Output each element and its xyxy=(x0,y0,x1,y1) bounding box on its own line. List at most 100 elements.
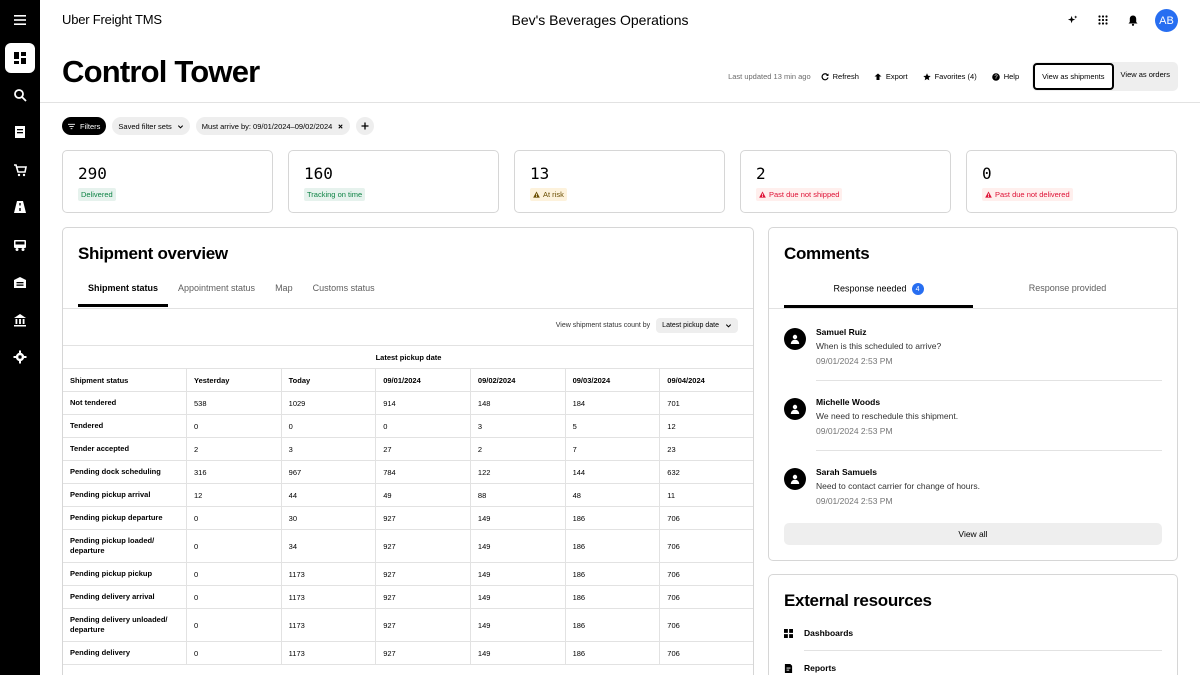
table-row[interactable]: Pending pickup arrival 12 44 49 88 48 11 xyxy=(63,483,753,507)
table-cell[interactable]: 149 xyxy=(469,585,566,609)
table-cell[interactable]: 0 xyxy=(185,562,282,586)
table-cell[interactable]: 0 xyxy=(280,414,377,438)
add-filter-button[interactable] xyxy=(356,117,375,135)
table-row[interactable]: Tender accepted 2 3 27 2 7 23 xyxy=(63,437,753,461)
table-cell[interactable]: 27 xyxy=(375,437,471,461)
table-cell[interactable]: 0 xyxy=(185,506,282,530)
road-icon[interactable] xyxy=(5,192,35,222)
table-cell[interactable]: 1173 xyxy=(280,585,377,609)
comment-item[interactable]: Samuel Ruiz When is this scheduled to ar… xyxy=(784,327,1162,387)
table-cell[interactable]: 706 xyxy=(659,641,753,665)
table-cell[interactable]: 927 xyxy=(375,529,471,563)
table-cell[interactable]: 706 xyxy=(659,608,753,642)
saved-filter-sets-dropdown[interactable]: Saved filter sets xyxy=(112,117,190,135)
resource-link-reports[interactable]: Reports xyxy=(784,653,1162,675)
view-all-button[interactable]: View all xyxy=(784,523,1162,545)
table-cell[interactable]: 3 xyxy=(280,437,377,461)
user-avatar[interactable]: AB xyxy=(1155,9,1178,32)
column-header[interactable]: Yesterday xyxy=(185,368,282,392)
table-cell[interactable]: 12 xyxy=(185,483,282,507)
help-button[interactable]: ? Help xyxy=(991,72,1019,81)
stat-card-past-due-not-shipped[interactable]: 2 Past due not shipped xyxy=(740,150,951,213)
cart-icon[interactable] xyxy=(5,155,35,185)
table-cell[interactable]: 1173 xyxy=(280,608,377,642)
table-cell[interactable]: 0 xyxy=(185,608,282,642)
bell-icon[interactable] xyxy=(1125,12,1141,28)
column-header[interactable]: 09/02/2024 xyxy=(469,368,566,392)
stat-card-at-risk[interactable]: 13 At risk xyxy=(514,150,725,213)
table-cell[interactable]: 34 xyxy=(280,529,377,563)
favorites-button[interactable]: Favorites (4) xyxy=(922,72,977,81)
table-row[interactable]: Pending delivery arrival 0 1173 927 149 186 70… xyxy=(63,585,753,609)
table-cell[interactable]: 1029 xyxy=(280,391,377,415)
list-icon[interactable] xyxy=(5,117,35,147)
table-row[interactable]: Pending delivery 0 1173 927 149 186 706 xyxy=(63,641,753,665)
comment-item[interactable]: Michelle Woods We need to reschedule thi… xyxy=(784,397,1162,457)
filters-button[interactable]: Filters xyxy=(62,117,107,135)
table-row[interactable]: Pending pickup loaded/ departure 0 34 927 14… xyxy=(63,529,753,563)
view-as-shipments-button[interactable]: View as shipments xyxy=(1033,63,1114,90)
search-icon[interactable] xyxy=(5,80,35,110)
grid-icon[interactable] xyxy=(1095,12,1111,28)
table-cell[interactable]: 186 xyxy=(564,506,661,530)
table-cell[interactable]: 149 xyxy=(469,608,566,642)
sparkle-icon[interactable] xyxy=(1064,12,1080,28)
menu-icon[interactable] xyxy=(5,5,35,35)
export-button[interactable]: Export xyxy=(874,72,908,81)
bank-icon[interactable] xyxy=(5,305,35,335)
close-icon[interactable] xyxy=(337,123,344,130)
table-row[interactable]: Pending dock scheduling 316 967 784 122 144 63… xyxy=(63,460,753,484)
table-cell[interactable]: 0 xyxy=(185,414,282,438)
table-cell[interactable]: 148 xyxy=(469,391,566,415)
column-header[interactable]: Today xyxy=(280,368,377,392)
table-cell[interactable]: 149 xyxy=(469,562,566,586)
table-cell[interactable]: 927 xyxy=(375,562,471,586)
table-cell[interactable]: 7 xyxy=(564,437,661,461)
table-cell[interactable]: 186 xyxy=(564,641,661,665)
table-cell[interactable]: 927 xyxy=(375,641,471,665)
column-header[interactable]: 09/04/2024 xyxy=(659,368,753,392)
tab-customs-status[interactable]: Customs status xyxy=(303,281,385,307)
stat-card-tracking-on-time[interactable]: 160 Tracking on time xyxy=(288,150,499,213)
refresh-button[interactable]: Refresh xyxy=(821,72,859,81)
tab-response-needed[interactable]: Response needed 4 xyxy=(784,281,973,308)
table-cell[interactable]: 186 xyxy=(564,608,661,642)
comment-item[interactable]: Sarah Samuels Need to contact carrier fo… xyxy=(784,467,1162,527)
tab-map[interactable]: Map xyxy=(265,281,303,307)
table-cell[interactable]: 927 xyxy=(375,585,471,609)
truck-icon[interactable] xyxy=(5,230,35,260)
table-cell[interactable]: 149 xyxy=(469,506,566,530)
table-cell[interactable]: 538 xyxy=(185,391,282,415)
app-logo[interactable]: Uber Freight TMS xyxy=(62,12,162,27)
table-cell[interactable]: 632 xyxy=(659,460,753,484)
table-cell[interactable]: 0 xyxy=(185,585,282,609)
column-header[interactable]: Shipment status xyxy=(63,368,187,392)
table-cell[interactable]: 0 xyxy=(375,414,471,438)
table-cell[interactable]: 967 xyxy=(280,460,377,484)
table-cell[interactable]: 11 xyxy=(659,483,753,507)
table-cell[interactable]: 706 xyxy=(659,562,753,586)
table-cell[interactable]: 184 xyxy=(564,391,661,415)
table-cell[interactable]: 2 xyxy=(469,437,566,461)
tab-appointment-status[interactable]: Appointment status xyxy=(168,281,265,307)
gear-icon[interactable] xyxy=(5,342,35,372)
table-cell[interactable]: 701 xyxy=(659,391,753,415)
column-header[interactable]: 09/03/2024 xyxy=(564,368,661,392)
table-cell[interactable]: 149 xyxy=(469,641,566,665)
table-cell[interactable]: 927 xyxy=(375,506,471,530)
must-arrive-filter-chip[interactable]: Must arrive by: 09/01/2024–09/02/2024 xyxy=(195,117,351,135)
table-row[interactable]: Pending pickup departure 0 30 927 149 186 706 xyxy=(63,506,753,530)
table-row[interactable]: Not tendered 538 1029 914 148 184 701 xyxy=(63,391,753,415)
stat-card-delivered[interactable]: 290 Delivered xyxy=(62,150,273,213)
view-as-orders-button[interactable]: View as orders xyxy=(1114,63,1177,90)
table-cell[interactable]: 186 xyxy=(564,529,661,563)
table-cell[interactable]: 186 xyxy=(564,562,661,586)
table-cell[interactable]: 5 xyxy=(564,414,661,438)
table-cell[interactable]: 0 xyxy=(185,529,282,563)
table-cell[interactable]: 12 xyxy=(659,414,753,438)
dashboard-icon[interactable] xyxy=(5,43,35,73)
column-header[interactable]: 09/01/2024 xyxy=(375,368,471,392)
table-cell[interactable]: 149 xyxy=(469,529,566,563)
table-cell[interactable]: 1173 xyxy=(280,562,377,586)
table-cell[interactable]: 48 xyxy=(564,483,661,507)
